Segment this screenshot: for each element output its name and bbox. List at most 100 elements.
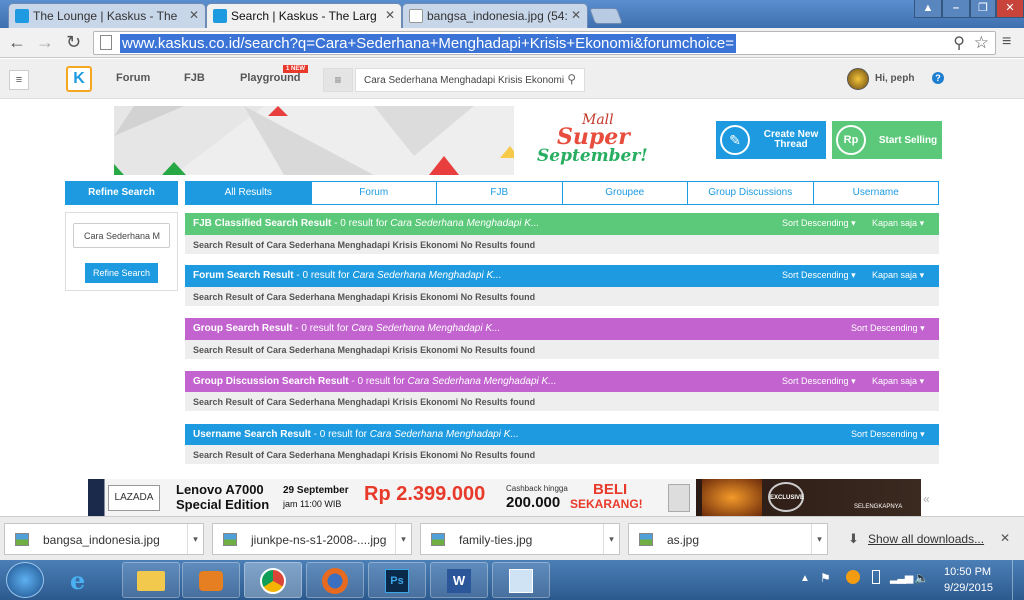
browser-tab-search[interactable]: Search | Kaskus - The Larg ✕: [206, 3, 402, 28]
maximize-button[interactable]: ❐: [970, 0, 996, 18]
chevron-down-icon[interactable]: ▾: [603, 524, 619, 554]
refine-input[interactable]: Cara Sederhana M: [73, 223, 170, 248]
user-greeting[interactable]: Hi, peph: [875, 73, 914, 84]
nav-forum[interactable]: Forum: [116, 72, 150, 84]
refine-search-button[interactable]: Refine Search: [85, 263, 158, 283]
clock-time[interactable]: 10:50 PM: [944, 566, 991, 578]
site-header: ≡ K Forum FJB Playground 1 NEW ≡ Cara Se…: [0, 59, 1024, 99]
cashback-label: Cashback hingga: [506, 484, 568, 493]
ad-cta-1: BELI: [593, 481, 628, 498]
sort-dropdown[interactable]: Sort Descending ▾: [782, 376, 856, 387]
rupiah-icon: Rp: [836, 125, 866, 155]
new-tab-button[interactable]: [589, 8, 623, 24]
menu-icon[interactable]: ≡: [9, 70, 29, 90]
forward-icon[interactable]: →: [36, 32, 54, 52]
sort-dropdown[interactable]: Sort Descending ▾: [851, 323, 925, 334]
tab-username[interactable]: Username: [814, 182, 939, 204]
close-tab-icon[interactable]: ✕: [571, 8, 581, 22]
zoom-icon[interactable]: ⚲: [953, 33, 965, 53]
tab-forum[interactable]: Forum: [312, 182, 437, 204]
kaskus-favicon-icon: [15, 9, 29, 23]
chrome-icon[interactable]: [244, 562, 302, 598]
download-item[interactable]: bangsa_indonesia.jpg ▾: [4, 523, 204, 555]
chrome-menu-icon[interactable]: ≡: [1002, 32, 1011, 52]
close-tab-icon[interactable]: ✕: [385, 8, 395, 22]
show-all-downloads-link[interactable]: Show all downloads...: [868, 532, 984, 546]
chevron-down-icon[interactable]: ▾: [811, 524, 827, 554]
tab-all-results[interactable]: All Results: [186, 182, 312, 204]
section-group-discussion-header: Group Discussion Search Result - 0 resul…: [185, 371, 939, 393]
url-text[interactable]: www.kaskus.co.id/search?q=Cara+Sederhana…: [120, 34, 737, 53]
image-file-icon: [431, 533, 445, 546]
ad-product: Lenovo A7000: [176, 482, 264, 497]
help-icon[interactable]: ?: [932, 72, 944, 84]
sort-dropdown[interactable]: Sort Descending ▾: [782, 270, 856, 281]
tab-groupee[interactable]: Groupee: [563, 182, 688, 204]
notes-icon[interactable]: [492, 562, 550, 598]
section-query: Cara Sederhana Menghadapi K...: [351, 323, 501, 334]
media-player-icon[interactable]: [182, 562, 240, 598]
clock-date[interactable]: 9/29/2015: [944, 582, 993, 594]
header-search-input[interactable]: Cara Sederhana Menghadapi Krisis Ekonomi…: [355, 68, 585, 92]
firefox-icon[interactable]: [306, 562, 364, 598]
section-title: Username Search Result: [193, 429, 311, 440]
flag-icon[interactable]: ⚑: [820, 571, 831, 585]
kaskus-logo-icon[interactable]: K: [66, 66, 92, 92]
chevron-down-icon[interactable]: ▾: [187, 524, 203, 554]
minimize-button[interactable]: –: [942, 0, 970, 18]
chevron-down-icon: ▾: [919, 218, 925, 228]
ad-prev-icon[interactable]: «: [923, 492, 930, 506]
browser-title-bar: The Lounge | Kaskus - The ✕ Search | Kas…: [0, 0, 1024, 28]
image-file-icon: [639, 533, 653, 546]
avatar[interactable]: [847, 68, 869, 90]
close-tab-icon[interactable]: ✕: [189, 8, 199, 22]
download-item[interactable]: jiunkpe-ns-s1-2008-....jpg ▾: [212, 523, 412, 555]
ad-date: 29 September: [283, 485, 349, 496]
time-dropdown[interactable]: Kapan saja ▾: [872, 376, 924, 387]
photoshop-icon[interactable]: Ps: [368, 562, 426, 598]
word-icon[interactable]: W: [430, 562, 488, 598]
promo-line-2: September!: [537, 146, 648, 166]
search-icon[interactable]: ⚲: [567, 72, 576, 86]
tab-title: The Lounge | Kaskus - The: [33, 9, 178, 23]
download-filename: jiunkpe-ns-s1-2008-....jpg: [251, 533, 387, 547]
download-item[interactable]: family-ties.jpg ▾: [420, 523, 620, 555]
sort-dropdown[interactable]: Sort Descending ▾: [851, 429, 925, 440]
signal-icon[interactable]: ▂▃▅: [890, 571, 913, 584]
show-desktop-button[interactable]: [1012, 560, 1024, 600]
lazada-ad-banner[interactable]: LAZADA Lenovo A7000 Special Edition 29 S…: [88, 479, 921, 516]
tray-expand-icon[interactable]: ▲: [800, 573, 810, 584]
file-explorer-icon[interactable]: [122, 562, 180, 598]
battery-icon[interactable]: [872, 570, 880, 584]
time-dropdown[interactable]: Kapan saja ▾: [872, 270, 924, 281]
download-filename: family-ties.jpg: [459, 533, 533, 547]
tab-fjb[interactable]: FJB: [437, 182, 563, 204]
reload-icon[interactable]: ↻: [66, 32, 81, 52]
close-window-button[interactable]: ✕: [996, 0, 1024, 18]
back-icon[interactable]: ←: [8, 32, 26, 52]
search-category-icon[interactable]: ≡: [323, 68, 353, 92]
chevron-down-icon[interactable]: ▾: [395, 524, 411, 554]
section-title: FJB Classified Search Result: [193, 218, 332, 229]
browser-tab-image[interactable]: bangsa_indonesia.jpg (54: ✕: [402, 3, 588, 28]
start-selling-button[interactable]: Rp Start Selling: [832, 121, 942, 159]
start-button[interactable]: [6, 562, 44, 598]
download-item[interactable]: as.jpg ▾: [628, 523, 828, 555]
address-bar[interactable]: www.kaskus.co.id/search?q=Cara+Sederhana…: [93, 31, 996, 55]
tab-group-discussions[interactable]: Group Discussions: [688, 182, 814, 204]
star-icon[interactable]: ☆: [974, 33, 989, 53]
sort-dropdown[interactable]: Sort Descending ▾: [782, 218, 856, 229]
tray-app-icon[interactable]: [846, 570, 860, 584]
close-icon[interactable]: ✕: [1000, 531, 1010, 545]
browser-tab-lounge[interactable]: The Lounge | Kaskus - The ✕: [8, 3, 206, 28]
user-icon[interactable]: ▲: [914, 0, 942, 18]
ad-edition: Special Edition: [176, 497, 270, 512]
create-thread-button[interactable]: ✎ Create New Thread: [716, 121, 826, 159]
internet-explorer-icon[interactable]: e: [70, 566, 85, 595]
promo-banner[interactable]: Mall Super September!: [114, 106, 660, 175]
time-dropdown[interactable]: Kapan saja ▾: [872, 218, 924, 229]
nav-playground[interactable]: Playground: [240, 72, 301, 84]
section-forum-header: Forum Search Result - 0 result for Cara …: [185, 265, 939, 287]
volume-icon[interactable]: 🔈: [914, 571, 929, 585]
nav-fjb[interactable]: FJB: [184, 72, 205, 84]
